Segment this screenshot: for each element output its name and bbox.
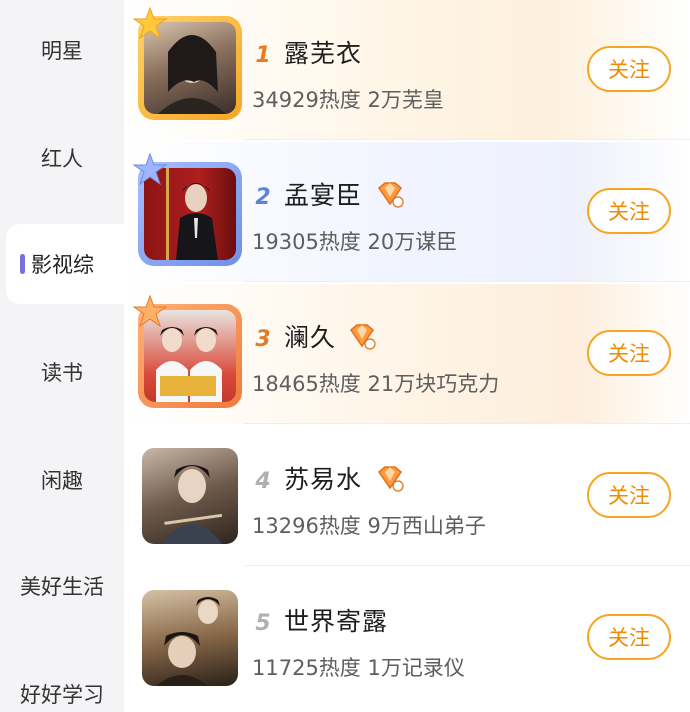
celebrity-name[interactable]: 苏易水	[284, 460, 362, 496]
sidebar-item-label: 好好学习	[20, 683, 104, 707]
sidebar-item-label: 明星	[41, 39, 83, 63]
avatar[interactable]	[132, 6, 242, 120]
follow-button[interactable]: 关注	[587, 46, 671, 92]
star-icon	[132, 6, 168, 40]
heat-and-fans: 18465热度 21万块巧克力	[252, 372, 500, 396]
follow-button[interactable]: 关注	[587, 330, 671, 376]
vip-badge-icon	[377, 182, 404, 208]
sidebar-item-film-tv[interactable]: 影视综	[6, 224, 130, 304]
celebrity-name[interactable]: 世界寄露	[284, 602, 388, 638]
star-icon	[132, 294, 168, 328]
avatar[interactable]	[132, 294, 242, 408]
category-sidebar: 明星 红人 影视综 读书 闲趣 美好生活 好好学习	[0, 0, 130, 712]
divider	[244, 423, 690, 424]
star-icon	[132, 152, 168, 186]
heat-and-fans: 34929热度 2万芜皇	[252, 88, 444, 112]
sidebar-item-stars[interactable]: 明星	[0, 10, 124, 90]
follow-button[interactable]: 关注	[587, 188, 671, 234]
rank-number: 2	[255, 184, 271, 210]
sidebar-item-label: 影视综	[31, 253, 94, 277]
sidebar-item-label: 美好生活	[20, 575, 104, 599]
celebrity-name[interactable]: 孟宴臣	[284, 176, 362, 212]
divider	[244, 281, 690, 282]
avatar[interactable]	[132, 152, 242, 266]
sidebar-item-good-life[interactable]: 美好生活	[0, 546, 124, 626]
celebrity-name[interactable]: 澜久	[284, 318, 336, 354]
sidebar-item-reading[interactable]: 读书	[0, 332, 124, 412]
heat-and-fans: 19305热度 20万谋臣	[252, 230, 458, 254]
sidebar-item-study[interactable]: 好好学习	[0, 654, 124, 712]
avatar-image	[162, 465, 223, 544]
list-item[interactable]: 4 苏易水 13296热度 9万西山弟子 关注	[124, 426, 690, 566]
avatar-image	[156, 597, 220, 686]
avatar[interactable]	[142, 590, 238, 686]
ranking-screen: 明星 红人 影视综 读书 闲趣 美好生活 好好学习 1 露芜衣 34929热度 …	[0, 0, 690, 712]
rank-number: 3	[255, 326, 271, 352]
list-item[interactable]: 1 露芜衣 34929热度 2万芜皇 关注	[124, 0, 690, 140]
heat-and-fans: 11725热度 1万记录仪	[252, 656, 465, 680]
ranking-list: 1 露芜衣 34929热度 2万芜皇 关注 2 孟宴臣 19305热度 20万谋…	[124, 0, 690, 712]
sidebar-item-label: 读书	[41, 361, 83, 385]
rank-number: 1	[255, 42, 271, 68]
celebrity-name[interactable]: 露芜衣	[284, 34, 362, 70]
sidebar-item-label: 红人	[41, 147, 83, 171]
list-item[interactable]: 5 世界寄露 11725热度 1万记录仪 关注	[124, 568, 690, 708]
vip-badge-icon	[349, 324, 376, 350]
rank-number: 4	[255, 468, 271, 494]
divider	[244, 565, 690, 566]
list-item[interactable]: 3 澜久 18465热度 21万块巧克力 关注	[124, 284, 690, 424]
sidebar-item-leisure[interactable]: 闲趣	[0, 440, 124, 520]
active-marker	[20, 254, 25, 274]
sidebar-item-label: 闲趣	[41, 469, 83, 493]
sidebar-item-influencers[interactable]: 红人	[0, 118, 124, 198]
divider	[244, 139, 690, 140]
avatar[interactable]	[142, 448, 238, 544]
heat-and-fans: 13296热度 9万西山弟子	[252, 514, 486, 538]
rank-number: 5	[255, 610, 271, 636]
list-item[interactable]: 2 孟宴臣 19305热度 20万谋臣 关注	[124, 142, 690, 282]
vip-badge-icon	[377, 466, 404, 492]
follow-button[interactable]: 关注	[587, 472, 671, 518]
follow-button[interactable]: 关注	[587, 614, 671, 660]
